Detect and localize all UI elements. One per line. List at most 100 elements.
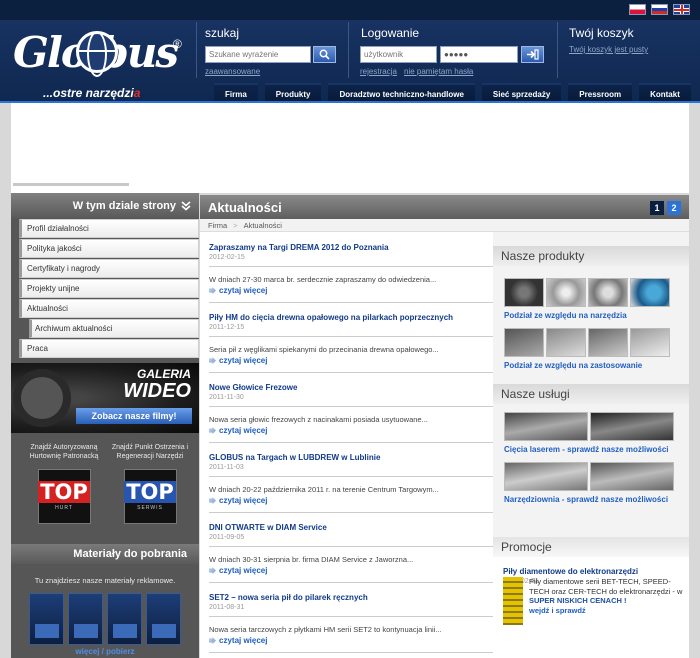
top-hurt-badge-sub: HURT bbox=[55, 504, 73, 511]
news-title[interactable]: SET2 – nowa seria pił do pilarek ręcznyc… bbox=[209, 593, 493, 602]
toolroom-link[interactable]: Narzędziownia - sprawdź nasze możliwości bbox=[493, 495, 689, 504]
login-button[interactable] bbox=[521, 46, 544, 63]
globus-logo[interactable]: Glo bus ® ...ostre narzędzia bbox=[10, 24, 190, 102]
cart-status-link[interactable]: Twój koszyk jest pusty bbox=[569, 45, 648, 54]
password-input[interactable] bbox=[440, 46, 518, 63]
search-input[interactable] bbox=[205, 46, 311, 63]
news-item: DNI OTWARTE w DIAM Service 2011-09-05 W … bbox=[200, 513, 493, 583]
login-title: Logowanie bbox=[361, 26, 420, 40]
main-nav: Firma Produkty Doradztwo techniczno-hand… bbox=[214, 83, 691, 103]
search-title: szukaj bbox=[205, 26, 240, 40]
news-body: W dniach 27-30 marca br. serdecznie zapr… bbox=[209, 267, 493, 303]
products-by-tools-link[interactable]: Podział ze względu na narzędzia bbox=[493, 311, 689, 320]
product-image[interactable] bbox=[504, 278, 544, 307]
top-serwis-badge[interactable]: TOP SERWIS bbox=[123, 469, 177, 524]
services-laser-images bbox=[493, 412, 689, 441]
service-image[interactable] bbox=[504, 462, 588, 491]
news-excerpt: Nowa seria głowic frezowych z nacinakami… bbox=[209, 415, 428, 424]
product-image[interactable] bbox=[546, 328, 586, 357]
video-gallery-banner[interactable]: GALERIA WIDEO Zobacz nasze filmy! bbox=[11, 363, 199, 433]
product-image[interactable] bbox=[588, 328, 628, 357]
product-image[interactable] bbox=[630, 328, 670, 357]
tab-siec-sprzedazy[interactable]: Sieć sprzedaży bbox=[481, 83, 562, 103]
product-image[interactable] bbox=[630, 278, 670, 307]
promo-text: Piły diamentowe serii BET-TECH, SPEED-TE… bbox=[529, 577, 683, 615]
search-icon bbox=[319, 49, 330, 60]
services-header: Nasze usługi bbox=[493, 384, 689, 404]
sidebar-item-certyfikaty[interactable]: Certyfikaty i nagrody bbox=[19, 259, 199, 278]
read-more-link[interactable]: czytaj więcej bbox=[209, 496, 493, 505]
material-thumbnail[interactable] bbox=[29, 593, 64, 645]
divider bbox=[557, 22, 558, 78]
news-body: W dniach 20-22 października 2011 r. na t… bbox=[209, 477, 493, 513]
sidebar-item-polityka[interactable]: Polityka jakości bbox=[19, 239, 199, 258]
read-more-link[interactable]: czytaj więcej bbox=[209, 636, 493, 645]
product-image[interactable] bbox=[504, 328, 544, 357]
arrow-right-icon bbox=[209, 427, 216, 434]
news-title[interactable]: Zapraszamy na Targi DREMA 2012 do Poznan… bbox=[209, 243, 493, 252]
material-thumbnail[interactable] bbox=[68, 593, 103, 645]
top-hurt-text: Znajdź Autoryzowaną Hurtownię Patronacką bbox=[29, 444, 99, 460]
service-image[interactable] bbox=[590, 412, 674, 441]
promo-title[interactable]: Piły diamentowe do elektronarzędzi bbox=[493, 557, 689, 576]
news-date: 2011-12-15 bbox=[209, 324, 245, 331]
flag-pl-icon[interactable] bbox=[629, 4, 646, 15]
promotions-box: Promocje Piły diamentowe do elektronarzę… bbox=[493, 537, 689, 658]
product-image[interactable] bbox=[546, 278, 586, 307]
products-by-use-link[interactable]: Podział ze względu na zastosowanie bbox=[493, 361, 689, 370]
sidebar-item-profil[interactable]: Profil działalności bbox=[19, 219, 199, 238]
tab-doradztwo[interactable]: Doradztwo techniczno-handlowe bbox=[328, 83, 475, 103]
sidebar-item-projekty[interactable]: Projekty unijne bbox=[19, 279, 199, 298]
tab-pressroom[interactable]: Pressroom bbox=[568, 83, 633, 103]
top-hurt-badge[interactable]: TOP HURT bbox=[37, 469, 91, 524]
read-more-link[interactable]: czytaj więcej bbox=[209, 566, 493, 575]
top-hurt-badge-label: TOP bbox=[38, 479, 90, 504]
service-image[interactable] bbox=[590, 462, 674, 491]
news-date: 2011-11-30 bbox=[209, 394, 244, 401]
banner-progress bbox=[13, 183, 129, 186]
read-more-link[interactable]: czytaj więcej bbox=[209, 426, 493, 435]
service-image[interactable] bbox=[504, 412, 588, 441]
sidebar-item-archiwum[interactable]: Archiwum aktualności bbox=[29, 319, 199, 338]
read-more-link[interactable]: czytaj więcej bbox=[209, 286, 493, 295]
video-banner-line1: GALERIA bbox=[137, 367, 191, 381]
news-heading: Piły HM do cięcia drewna opałowego na pi… bbox=[209, 303, 493, 337]
material-thumbnail[interactable] bbox=[146, 593, 181, 645]
cart-title: Twój koszyk bbox=[569, 26, 634, 40]
product-image[interactable] bbox=[588, 278, 628, 307]
page-2-button[interactable]: 2 bbox=[667, 201, 681, 215]
flag-gb-icon[interactable] bbox=[673, 4, 690, 15]
forgot-password-link[interactable]: nie pamiętam hasła bbox=[404, 67, 473, 76]
news-title[interactable]: GLOBUS na Targach w LUBDREW w Lublinie bbox=[209, 453, 493, 462]
material-thumbnail[interactable] bbox=[107, 593, 142, 645]
promo-image[interactable] bbox=[503, 577, 523, 625]
news-date: 2011-09-05 bbox=[209, 534, 245, 541]
sidebar-item-aktualnosci[interactable]: Aktualności bbox=[19, 299, 199, 318]
search-button[interactable] bbox=[313, 46, 336, 63]
tab-kontakt[interactable]: Kontakt bbox=[639, 83, 691, 103]
read-more-link[interactable]: czytaj więcej bbox=[209, 356, 493, 365]
materials-more-link[interactable]: więcej / pobierz bbox=[11, 647, 199, 656]
sidebar-item-praca[interactable]: Praca bbox=[19, 339, 199, 358]
laser-cutting-link[interactable]: Cięcia laserem - sprawdź nasze możliwośc… bbox=[493, 445, 689, 454]
promo-more-link[interactable]: wejdź i sprawdź bbox=[529, 606, 586, 615]
news-heading: Nowe Głowice Frezowe 2011-11-30 bbox=[209, 373, 493, 407]
film-reel-icon bbox=[13, 369, 71, 427]
watch-videos-button[interactable]: Zobacz nasze filmy! bbox=[76, 408, 192, 424]
news-title[interactable]: Nowe Głowice Frezowe bbox=[209, 383, 493, 392]
register-link[interactable]: rejestracja bbox=[360, 67, 397, 76]
page-1-button[interactable]: 1 bbox=[650, 201, 664, 215]
flag-ru-icon[interactable] bbox=[651, 4, 668, 15]
tab-firma[interactable]: Firma bbox=[214, 83, 258, 103]
breadcrumb-firma[interactable]: Firma bbox=[208, 221, 227, 230]
materials-header: Materiały do pobrania bbox=[11, 544, 199, 564]
news-title[interactable]: Piły HM do cięcia drewna opałowego na pi… bbox=[209, 313, 493, 322]
news-list: Zapraszamy na Targi DREMA 2012 do Poznan… bbox=[200, 233, 493, 653]
materials-description: Tu znajdziesz nasze materiały reklamowe. bbox=[34, 576, 176, 585]
news-title[interactable]: DNI OTWARTE w DIAM Service bbox=[209, 523, 493, 532]
products-header: Nasze produkty bbox=[493, 246, 689, 266]
username-input[interactable] bbox=[360, 46, 437, 63]
products-tools-images bbox=[493, 278, 689, 307]
tab-produkty[interactable]: Produkty bbox=[264, 83, 322, 103]
advanced-search-link[interactable]: zaawansowane bbox=[205, 67, 260, 76]
